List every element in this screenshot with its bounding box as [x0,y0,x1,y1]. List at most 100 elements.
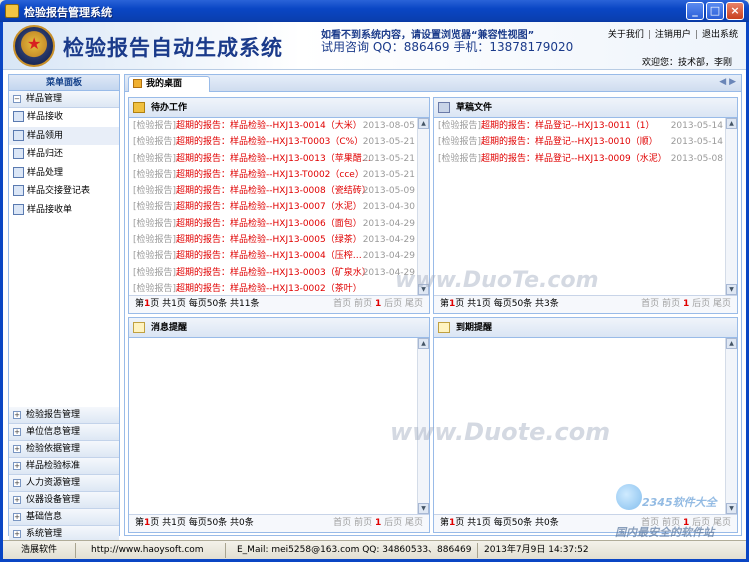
first-page-link[interactable]: 首页 [641,299,659,309]
current-page: 1 [682,299,690,309]
sidebar-item-sample-process[interactable]: 样品处理 [9,164,119,183]
drafts-panel-header: 草稿文件 [434,98,737,118]
first-page-link[interactable]: 首页 [333,299,351,309]
watermark-duote: www.DuoTe.com [395,268,599,293]
todo-panel: 待办工作 ▲ ▼ [检验报告]超期的报告：样品检验--HXJ13-0014（大米）… [128,97,430,314]
sidebar-group-basis-management[interactable]: + 检验依据管理 [9,441,119,458]
main-content: 我的桌面 ◀ ▶ 待办工作 ▲ ▼ [检验报告]超期的报告：样品检验--HXJ13… [124,74,742,536]
todo-list: ▲ ▼ [检验报告]超期的报告：样品检验--HXJ13-0014（大米） 2013-… [129,118,429,295]
due-panel-header: 到期提醒 [434,318,737,338]
last-page-link[interactable]: 尾页 [405,299,423,309]
todo-panel-header: 待办工作 [129,98,429,118]
list-item[interactable]: [检验报告]超期的报告：样品检验--HXJ13-0003（矿泉水） 2013-04… [129,265,429,281]
list-item[interactable]: [检验报告]超期的报告：样品检验--HXJ13-0014（大米） 2013-08-… [129,118,429,134]
list-item[interactable]: [检验报告]超期的报告：样品检验--HXJ13-0002（茶叶） [129,281,429,295]
expand-icon: + [13,495,21,504]
tab-my-desktop[interactable]: 我的桌面 [128,76,210,92]
sidebar-item-sample-return[interactable]: 样品归还 [9,145,119,164]
list-item[interactable]: [检验报告]超期的报告：样品检验--HXJ13-0005（绿茶） 2013-04-… [129,232,429,248]
top-links: 关于我们 | 注销用户 | 退出系统 [607,30,738,40]
sidebar-group-equipment[interactable]: + 仪器设备管理 [9,492,119,509]
contact-info: 试用咨询 QQ：886469 手机：13878179020 [321,40,574,54]
expand-icon: + [13,427,21,436]
messages-list: ▲ ▼ [129,338,429,514]
list-item[interactable]: [检验报告]超期的报告：样品检验--HXJ13-0006（面包） 2013-04-… [129,216,429,232]
next-page-link[interactable]: 后页 [692,299,710,309]
prev-page-link[interactable]: 前页 [662,299,680,309]
prev-page-link[interactable]: 前页 [354,518,372,528]
status-bar: 浩展软件 http://www.haoysoft.com E_Mail: mei… [3,540,746,559]
expand-icon: + [13,461,21,470]
sidebar-item-sample-use[interactable]: 样品领用 [9,126,119,145]
menu-panel: 菜单面板 − 样品管理 样品接收 样品领用 样品归还 样品处理 样品交接登记表 样… [8,74,120,543]
envelope-icon [438,322,450,333]
sidebar-group-report-management[interactable]: + 检验报告管理 [9,407,119,424]
window-titlebar: 检验报告管理系统 _ □ × [0,0,749,22]
close-window-button[interactable]: × [726,2,744,20]
header-banner: 检验报告自动生成系统 如看不到系统内容，请设置浏览器“兼容性视图” 试用咨询 Q… [3,22,746,70]
watermark-duote-large: www.Duote.com [390,418,611,446]
expand-icon: + [13,529,21,538]
app-icon [5,4,19,18]
sidebar-group-unit-info[interactable]: + 单位信息管理 [9,424,119,441]
list-item[interactable]: [检验报告]超期的报告：样品检验--HXJ13-0004（压榨… 2013-04-… [129,248,429,264]
last-page-link[interactable]: 尾页 [713,518,731,528]
messages-panel: 消息提醒 ▲ ▼ 第1页 共1页 每页50条 共0条 首页 前页 1 后页 尾页 [128,317,430,533]
sample-receive-icon [13,111,24,122]
sidebar-group-hr[interactable]: + 人力资源管理 [9,475,119,492]
tab-scroll-arrows[interactable]: ◀ ▶ [719,77,736,87]
status-datetime: 2013年7月9日 14:37:52 [484,545,589,555]
list-item[interactable]: [检验报告]超期的报告：样品登记--HXJ13-0010（顺） 2013-05-1… [434,134,737,150]
register-table-icon [13,185,24,196]
scroll-up-arrow[interactable]: ▲ [726,338,737,349]
sample-return-icon [13,148,24,159]
list-item[interactable]: [检验报告]超期的报告：样品检验--HXJ13-0007（水泥） 2013-04-… [129,199,429,215]
about-us-link[interactable]: 关于我们 [608,30,644,40]
sidebar-item-sample-receive[interactable]: 样品接收 [9,108,119,127]
menu-panel-header: 菜单面板 [9,75,119,91]
minimize-button[interactable]: _ [686,2,704,20]
last-page-link[interactable]: 尾页 [713,299,731,309]
list-item[interactable]: [检验报告]超期的报告：样品登记--HXJ13-0009（水泥） 2013-05-… [434,151,737,167]
status-url[interactable]: http://www.haoysoft.com [91,541,204,560]
scroll-down-arrow[interactable]: ▼ [726,284,737,295]
sidebar-group-basic-info[interactable]: + 基础信息 [9,509,119,526]
prev-page-link[interactable]: 前页 [354,299,372,309]
first-page-link[interactable]: 首页 [333,518,351,528]
sidebar-item-sample-receipt[interactable]: 样品接收单 [9,201,119,220]
current-page: 1 [374,299,382,309]
todo-pager: 第1页 共1页 每页50条 共11条 首页 前页 1 后页 尾页 [129,295,429,313]
last-page-link[interactable]: 尾页 [405,518,423,528]
status-company: 浩展软件 [21,545,58,555]
exit-system-link[interactable]: 退出系统 [702,30,738,40]
list-item[interactable]: [检验报告]超期的报告：样品检验--HXJ13-0013（苹果醋… 2013-05… [129,151,429,167]
sidebar-group-inspection-standard[interactable]: + 样品检验标准 [9,458,119,475]
list-item[interactable]: [检验报告]超期的报告：样品检验--HXJ13-T0002（cce） 2013-0… [129,167,429,183]
expand-icon: + [13,478,21,487]
list-item[interactable]: [检验报告]超期的报告：样品登记--HXJ13-0011（1） 2013-05-1… [434,118,737,134]
sidebar-item-handover-register[interactable]: 样品交接登记表 [9,182,119,201]
list-item[interactable]: [检验报告]超期的报告：样品检验--HXJ13-0008（瓷结砖） 2013-05… [129,183,429,199]
scroll-down-arrow[interactable]: ▼ [726,503,737,514]
list-item[interactable]: [检验报告]超期的报告：样品检验--HXJ13-T0003（C%） 2013-05… [129,134,429,150]
desktop-tab-icon [133,79,142,88]
logout-user-link[interactable]: 注销用户 [655,30,691,40]
scroll-down-arrow[interactable]: ▼ [418,503,429,514]
scroll-up-arrow[interactable]: ▲ [418,338,429,349]
expand-icon: + [13,512,21,521]
sample-use-icon [13,129,24,141]
next-page-link[interactable]: 后页 [384,518,402,528]
draft-icon [438,102,450,113]
todo-icon [133,102,145,113]
drafts-pager: 第1页 共1页 每页50条 共3条 首页 前页 1 后页 尾页 [434,295,737,313]
envelope-icon [133,322,145,333]
tab-strip: 我的桌面 ◀ ▶ [125,75,741,92]
due-scrollbar[interactable]: ▲ ▼ [725,338,737,514]
sidebar-group-sample-management[interactable]: − 样品管理 [9,91,119,108]
emblem-logo [13,25,55,67]
messages-panel-header: 消息提醒 [129,318,429,338]
current-page: 1 [374,518,382,528]
next-page-link[interactable]: 后页 [384,299,402,309]
maximize-button[interactable]: □ [706,2,724,20]
status-contact: E_Mail: mei5258@163.com QQ: 34860533、886… [237,545,472,555]
